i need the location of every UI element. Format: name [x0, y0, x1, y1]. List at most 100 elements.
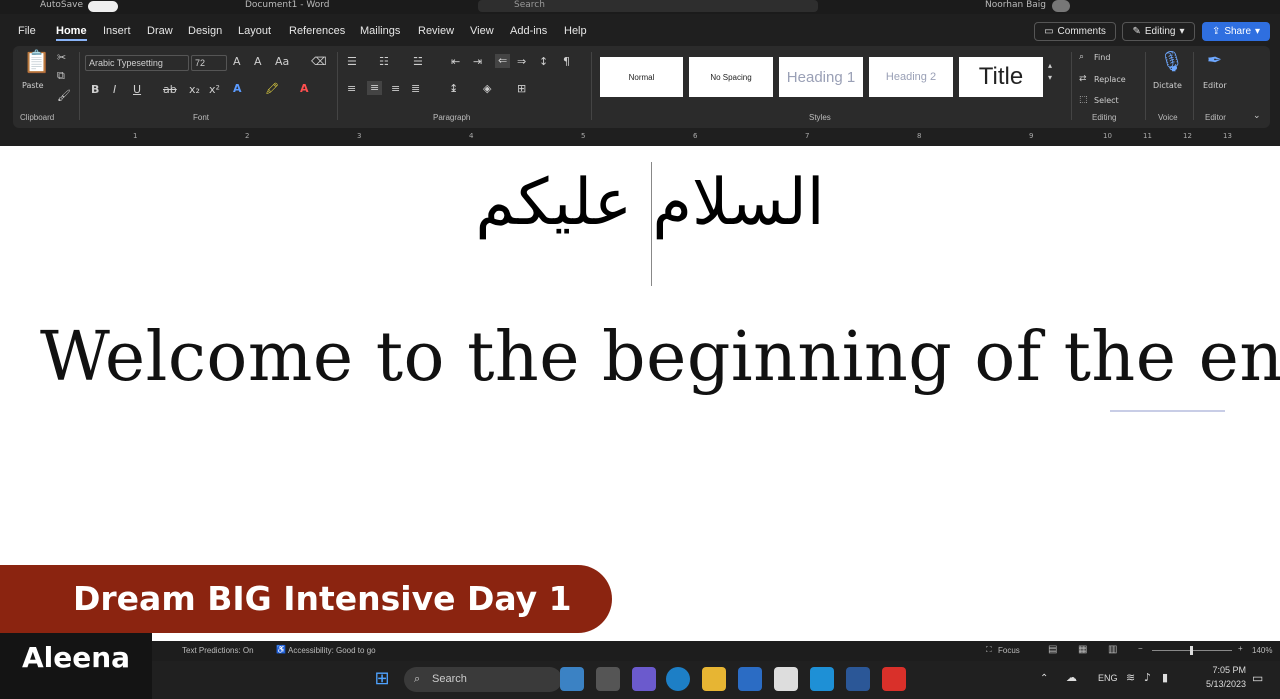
paste-icon[interactable]: 📋: [23, 52, 50, 74]
battery-icon[interactable]: ▮: [1162, 671, 1168, 684]
style-heading-1[interactable]: Heading 1: [779, 57, 863, 97]
replace-button[interactable]: Replace: [1094, 74, 1126, 86]
text-predictions-status[interactable]: Text Predictions: On: [182, 646, 254, 655]
microphone-icon[interactable]: 🎙: [1159, 51, 1184, 71]
shrink-font-icon[interactable]: A: [254, 56, 262, 68]
zoom-in-icon[interactable]: +: [1238, 644, 1243, 653]
clear-formatting-icon[interactable]: ⌫: [311, 56, 327, 68]
editing-button[interactable]: ✎ Editing ▾: [1122, 22, 1195, 41]
tab-references[interactable]: References: [289, 25, 345, 37]
font-color-icon[interactable]: A: [300, 83, 309, 95]
numbering-icon[interactable]: ☷: [379, 56, 389, 68]
borders-icon[interactable]: ⊞: [517, 83, 526, 95]
avatar[interactable]: [1052, 0, 1070, 12]
tab-help[interactable]: Help: [564, 25, 587, 37]
welcome-text[interactable]: Welcome to the beginning of the end: [40, 318, 1280, 397]
copilot-icon[interactable]: [560, 667, 584, 691]
select-button[interactable]: Select: [1094, 95, 1119, 107]
file-explorer-icon[interactable]: [702, 667, 726, 691]
increase-indent-icon[interactable]: ⇥: [473, 56, 482, 68]
dictate-button[interactable]: Dictate: [1153, 80, 1182, 92]
mail-icon[interactable]: [738, 667, 762, 691]
copy-icon[interactable]: ⧉: [57, 70, 65, 82]
italic-icon[interactable]: I: [113, 84, 116, 96]
decrease-indent-icon[interactable]: ⇤: [451, 56, 460, 68]
cloud-icon[interactable]: ☁: [1066, 671, 1077, 684]
font-size-select[interactable]: 72: [191, 55, 227, 71]
search-box[interactable]: Search: [478, 0, 818, 12]
arabic-greeting-text[interactable]: السلام عليكم: [450, 166, 850, 240]
focus-button[interactable]: Focus: [998, 646, 1020, 655]
bold-icon[interactable]: B: [91, 84, 99, 96]
styles-scroll-icon[interactable]: ▴ ▾: [1048, 60, 1052, 84]
line-spacing-icon[interactable]: ↨: [449, 83, 458, 95]
tab-add-ins[interactable]: Add-ins: [510, 25, 547, 37]
zoom-slider-thumb[interactable]: [1190, 646, 1193, 655]
notification-icon[interactable]: ▭: [1252, 671, 1263, 685]
start-icon[interactable]: ⊞: [370, 667, 394, 691]
word-icon[interactable]: [846, 667, 870, 691]
editor-button[interactable]: Editor: [1203, 80, 1227, 92]
text-effects-icon[interactable]: A: [233, 83, 242, 95]
accessibility-status[interactable]: Accessibility: Good to go: [288, 646, 376, 655]
align-right-icon[interactable]: ≡: [391, 83, 400, 95]
acrobat-icon[interactable]: [882, 667, 906, 691]
zoom-out-icon[interactable]: −: [1138, 644, 1143, 653]
taskbar-search[interactable]: Search: [404, 667, 562, 692]
find-icon[interactable]: ⌕: [1079, 51, 1084, 63]
grow-font-icon[interactable]: A: [233, 56, 241, 68]
superscript-icon[interactable]: x²: [209, 84, 220, 96]
bullets-icon[interactable]: ☰: [347, 56, 357, 68]
share-button[interactable]: ⇪ Share ▾: [1202, 22, 1270, 41]
app-icon[interactable]: [810, 667, 834, 691]
tab-design[interactable]: Design: [188, 25, 222, 37]
read-mode-icon[interactable]: ▤: [1048, 644, 1057, 655]
chevron-up-icon[interactable]: ⌃: [1040, 673, 1048, 684]
tab-draw[interactable]: Draw: [147, 25, 173, 37]
tab-review[interactable]: Review: [418, 25, 454, 37]
volume-icon[interactable]: ♪: [1144, 671, 1151, 684]
tab-layout[interactable]: Layout: [238, 25, 271, 37]
find-button[interactable]: Find: [1094, 52, 1110, 64]
style-title[interactable]: Title: [959, 57, 1043, 97]
comments-button[interactable]: ▭ Comments: [1034, 22, 1116, 41]
tab-view[interactable]: View: [470, 25, 494, 37]
collapse-ribbon-icon[interactable]: ⌄: [1253, 110, 1261, 122]
subscript-icon[interactable]: x₂: [189, 84, 200, 96]
clock-time[interactable]: 7:05 PM: [1196, 665, 1246, 675]
replace-icon[interactable]: ⇄: [1079, 73, 1087, 85]
rtl-direction-icon[interactable]: ⇐: [495, 54, 511, 68]
align-left-icon[interactable]: ≡: [347, 83, 356, 95]
sort-icon[interactable]: ↕: [539, 56, 548, 68]
ltr-direction-icon[interactable]: ⇒: [517, 56, 526, 68]
ruler[interactable]: 1 2 3 4 5 6 7 8 9 10 11 12 13: [13, 128, 1270, 144]
task-view-icon[interactable]: [596, 667, 620, 691]
multilevel-list-icon[interactable]: ☱: [413, 56, 423, 68]
change-case-icon[interactable]: Aa: [275, 56, 289, 68]
font-name-select[interactable]: Arabic Typesetting: [85, 55, 189, 71]
justify-icon[interactable]: ≣: [411, 83, 420, 95]
edge-icon[interactable]: [666, 667, 690, 691]
select-icon[interactable]: ⬚: [1079, 94, 1088, 106]
tab-insert[interactable]: Insert: [103, 25, 131, 37]
editor-icon[interactable]: ✒: [1207, 51, 1222, 71]
underline-icon[interactable]: U: [133, 84, 141, 96]
clock-date[interactable]: 5/13/2023: [1196, 679, 1246, 689]
paste-label[interactable]: Paste: [22, 80, 44, 92]
tab-file[interactable]: File: [18, 25, 36, 37]
autosave-toggle[interactable]: [88, 1, 118, 12]
strikethrough-icon[interactable]: ab: [163, 84, 177, 96]
style-no-spacing[interactable]: No Spacing: [689, 57, 773, 97]
store-icon[interactable]: [774, 667, 798, 691]
style-heading-2[interactable]: Heading 2: [869, 57, 953, 97]
shading-icon[interactable]: ◈: [483, 83, 491, 95]
tab-home[interactable]: Home: [56, 25, 87, 41]
highlight-icon[interactable]: 🖍: [265, 83, 279, 95]
format-painter-icon[interactable]: 🖌: [57, 90, 71, 102]
tab-mailings[interactable]: Mailings: [360, 25, 400, 37]
print-layout-icon[interactable]: ▦: [1078, 644, 1087, 655]
zoom-level[interactable]: 140%: [1252, 646, 1272, 655]
cut-icon[interactable]: ✂: [57, 52, 66, 64]
web-layout-icon[interactable]: ▥: [1108, 644, 1117, 655]
teams-icon[interactable]: [632, 667, 656, 691]
